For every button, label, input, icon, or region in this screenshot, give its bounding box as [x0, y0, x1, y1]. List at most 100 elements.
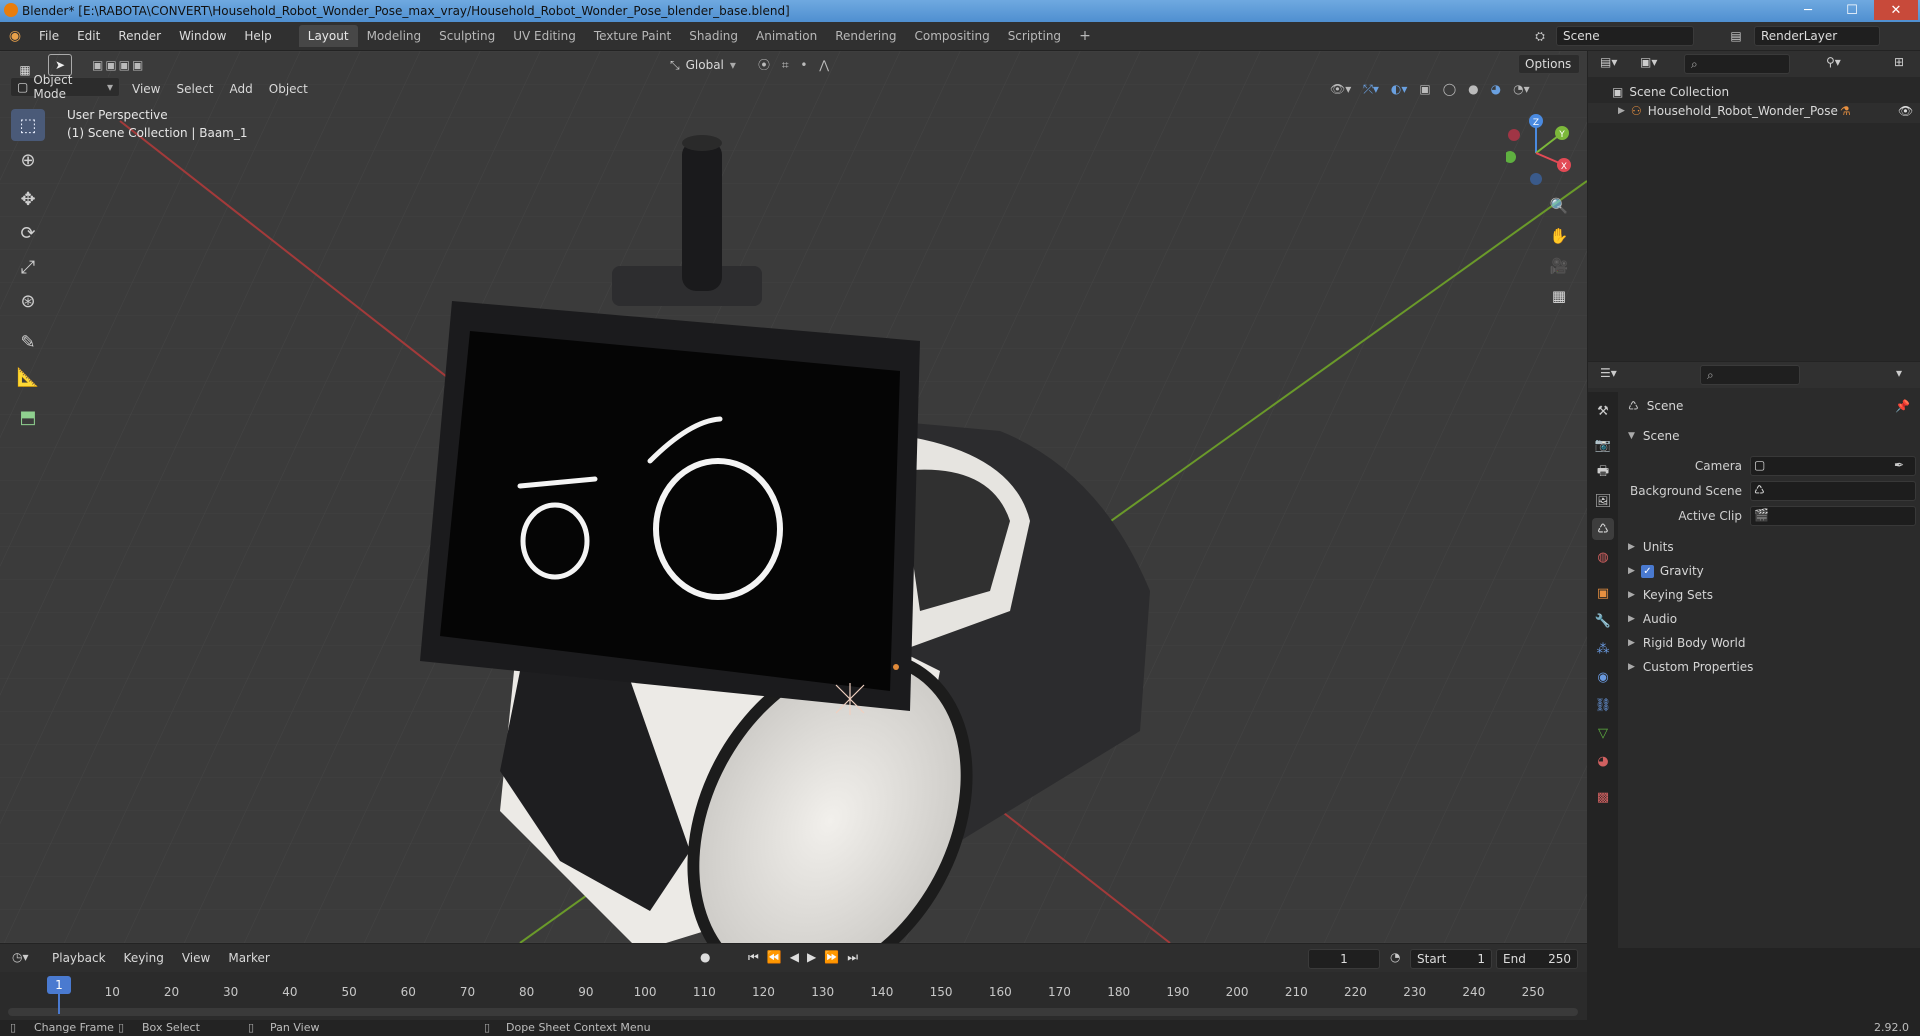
gravity-subpanel[interactable]: ▶ ✓ Gravity — [1622, 559, 1920, 583]
xray-icon[interactable]: ▣ — [1419, 79, 1430, 99]
data-tab-icon[interactable]: ▽ — [1592, 722, 1614, 744]
display-mode-icon[interactable]: ▣▾ — [1640, 55, 1657, 69]
navigation-gizmo[interactable]: Z Y X — [1504, 111, 1582, 191]
menu-playback[interactable]: Playback — [52, 951, 106, 965]
outliner-item-robot[interactable]: ▶ ⚇ Household_Robot_Wonder_Pose — [1618, 104, 1838, 118]
outliner-search-input[interactable]: ⌕ — [1684, 54, 1790, 74]
keying-sets-subpanel[interactable]: ▶ Keying Sets — [1622, 583, 1920, 607]
menu-edit[interactable]: Edit — [68, 25, 109, 47]
visibility-icon[interactable]: 👁▾ — [1330, 79, 1351, 99]
timeline-scrollbar[interactable] — [8, 1008, 1578, 1016]
move-tool[interactable]: ✥ — [11, 183, 45, 215]
annotate-tool[interactable]: ✎ — [11, 326, 45, 358]
jump-start-icon[interactable]: ⏮ — [748, 950, 759, 965]
clock-icon[interactable]: ◔ — [1390, 950, 1400, 964]
background-scene-field[interactable] — [1750, 481, 1916, 501]
camera-view-icon[interactable]: 🎥 — [1546, 253, 1572, 279]
physics-tab-icon[interactable]: ◉ — [1592, 666, 1614, 688]
tab-shading[interactable]: Shading — [680, 25, 747, 47]
select-box-tool[interactable]: ⬚ — [11, 109, 45, 141]
renderlayer-selector[interactable]: RenderLayer — [1754, 26, 1880, 46]
tab-texture-paint[interactable]: Texture Paint — [585, 25, 680, 47]
object-mode-dropdown[interactable]: ▢ Object Mode ▾ — [10, 73, 120, 101]
custom-properties-subpanel[interactable]: ▶ Custom Properties — [1622, 655, 1920, 679]
transform-orientation[interactable]: ⤡ Global ▾ — [670, 54, 736, 76]
filter-icon[interactable]: ⚲▾ — [1826, 55, 1841, 69]
next-keyframe-icon[interactable]: ⏩ — [824, 950, 839, 965]
record-icon[interactable]: ● — [700, 950, 710, 964]
shading-wireframe-icon[interactable]: ◯ — [1443, 79, 1456, 99]
shading-rendered-icon[interactable]: ◔▾ — [1513, 79, 1530, 99]
menu-keying[interactable]: Keying — [124, 951, 164, 965]
units-subpanel[interactable]: ▶ Units — [1622, 535, 1920, 559]
visibility-eye-icon[interactable]: 👁 — [1898, 104, 1913, 118]
tab-scripting[interactable]: Scripting — [999, 25, 1070, 47]
expand-arrow-icon[interactable]: ▶ — [1618, 106, 1625, 116]
tool-tab-icon[interactable]: ⚒ — [1592, 400, 1614, 422]
menu-help[interactable]: Help — [235, 25, 280, 47]
playhead[interactable]: 1 — [47, 976, 71, 994]
current-frame-field[interactable]: 1 — [1308, 949, 1380, 969]
menu-add[interactable]: Add — [230, 79, 253, 99]
play-icon[interactable]: ▶ — [807, 950, 816, 965]
3d-viewport[interactable]: ▦ ➤ ▣▣▣▣ ⤡ Global ▾ ⦿ ⌗ • ⋀ Options ▢ Ob… — [0, 51, 1587, 943]
jump-end-icon[interactable]: ⏭ — [847, 950, 858, 965]
menu-window[interactable]: Window — [170, 25, 235, 47]
shading-solid-icon[interactable]: ● — [1468, 79, 1478, 99]
output-tab-icon[interactable]: 🖶 — [1592, 462, 1614, 484]
menu-file[interactable]: File — [30, 25, 68, 47]
start-frame-field[interactable]: Start 1 — [1410, 949, 1492, 969]
modifier-tab-icon[interactable]: 🔧 — [1592, 610, 1614, 632]
scene-collection-row[interactable]: ▣ Scene Collection — [1612, 85, 1729, 99]
add-workspace-icon[interactable]: + — [1070, 25, 1100, 47]
new-collection-icon[interactable]: ⊞ — [1894, 55, 1904, 69]
camera-field[interactable] — [1750, 456, 1916, 476]
menu-timeline-view[interactable]: View — [182, 951, 210, 965]
menu-object[interactable]: Object — [269, 79, 308, 99]
properties-editor-icon[interactable]: ☰▾ — [1600, 366, 1617, 380]
options-button[interactable]: Options — [1518, 54, 1580, 74]
renderlayer-browse-icon[interactable]: ▤ — [1724, 26, 1748, 46]
outliner-editor-icon[interactable]: ▤▾ — [1600, 55, 1617, 69]
shading-material-icon[interactable]: ◕ — [1491, 79, 1501, 99]
snapping-tools-icon[interactable]: ⦿ ⌗ • ⋀ — [758, 54, 833, 76]
texture-tab-icon[interactable]: ▩ — [1592, 786, 1614, 808]
tab-layout[interactable]: Layout — [298, 25, 358, 47]
tab-rendering[interactable]: Rendering — [826, 25, 905, 47]
view-layer-tab-icon[interactable]: 🖼 — [1592, 490, 1614, 512]
active-clip-field[interactable] — [1750, 506, 1916, 526]
tab-compositing[interactable]: Compositing — [905, 25, 998, 47]
scale-tool[interactable]: ⤢ — [11, 251, 45, 283]
measure-tool[interactable]: 📐 — [11, 361, 45, 393]
menu-select[interactable]: Select — [176, 79, 213, 99]
timeline-editor-icon[interactable]: ◷▾ — [12, 950, 29, 964]
menu-view[interactable]: View — [132, 79, 160, 99]
pan-hand-icon[interactable]: ✋ — [1546, 223, 1572, 249]
gizmo-toggle-icon[interactable]: ⤱▾ — [1363, 79, 1379, 99]
scene-browse-icon[interactable]: ⛭ — [1528, 26, 1552, 46]
cursor-tool[interactable]: ⊕ — [11, 144, 45, 176]
gravity-checkbox[interactable]: ✓ — [1640, 564, 1654, 578]
scene-panel-header[interactable]: ▼ Scene — [1622, 424, 1920, 448]
tab-sculpting[interactable]: Sculpting — [430, 25, 504, 47]
constraints-tab-icon[interactable]: ⛓ — [1592, 694, 1614, 716]
maximize-button[interactable]: ☐ — [1830, 0, 1874, 20]
tab-modeling[interactable]: Modeling — [358, 25, 431, 47]
object-tab-icon[interactable]: ▣ — [1592, 582, 1614, 604]
tab-uv-editing[interactable]: UV Editing — [504, 25, 585, 47]
minimize-button[interactable]: ─ — [1786, 0, 1830, 20]
rotate-tool[interactable]: ⟳ — [11, 217, 45, 249]
menu-marker[interactable]: Marker — [228, 951, 269, 965]
rigid-body-world-subpanel[interactable]: ▶ Rigid Body World — [1622, 631, 1920, 655]
close-button[interactable]: ✕ — [1874, 0, 1918, 20]
pin-icon[interactable]: 📌 — [1895, 399, 1910, 413]
play-reverse-icon[interactable]: ◀ — [790, 950, 799, 965]
end-frame-field[interactable]: End 250 — [1496, 949, 1578, 969]
overlay-toggle-icon[interactable]: ◐▾ — [1391, 79, 1408, 99]
scene-tab-icon[interactable]: ♺ — [1592, 518, 1614, 540]
particles-tab-icon[interactable]: ⁂ — [1592, 638, 1614, 660]
add-cube-tool[interactable]: ⬒ — [11, 401, 45, 433]
audio-subpanel[interactable]: ▶ Audio — [1622, 607, 1920, 631]
zoom-icon[interactable]: 🔍 — [1546, 193, 1572, 219]
transform-tool[interactable]: ⊛ — [11, 285, 45, 317]
